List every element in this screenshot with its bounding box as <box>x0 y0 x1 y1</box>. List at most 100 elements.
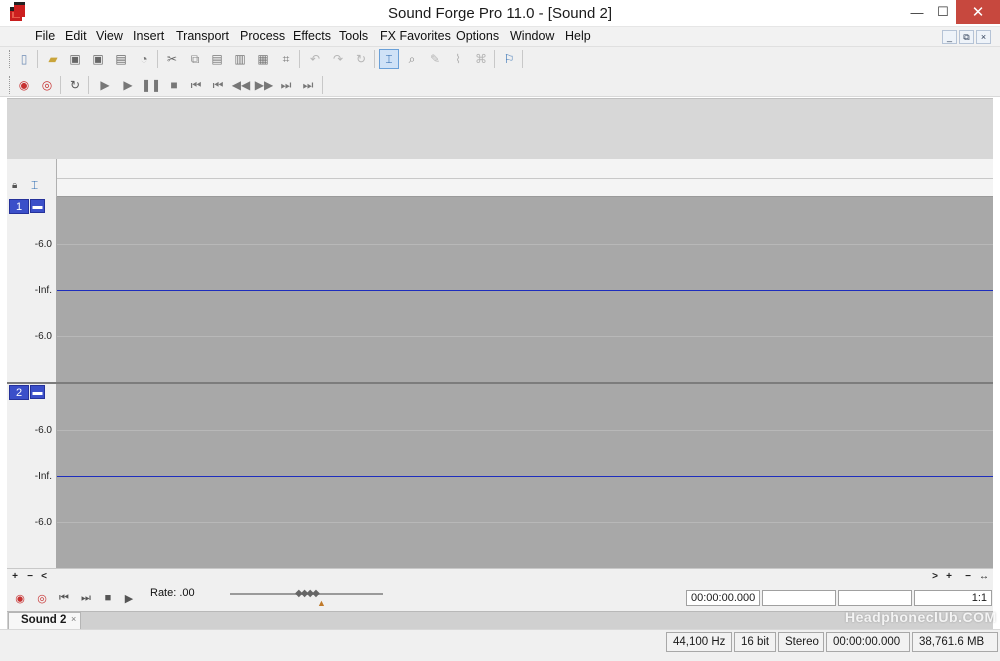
toolbar-separator <box>157 50 158 68</box>
document-tab-close-icon[interactable]: × <box>71 614 76 624</box>
maximize-button[interactable]: ☐ <box>930 0 956 24</box>
pencil-tool-icon[interactable]: ✎ <box>425 49 445 69</box>
mdi-close-button[interactable]: × <box>976 30 991 44</box>
transport-play-icon[interactable]: ▶ <box>120 589 138 607</box>
cut-icon[interactable]: ✂ <box>162 49 182 69</box>
toolbar-grip[interactable] <box>9 76 11 94</box>
lock-icon[interactable]: 🔒︎ <box>12 180 17 191</box>
go-to-start-icon[interactable]: ⏮ <box>186 75 206 95</box>
magnify-tool-icon[interactable]: ⌕ <box>402 49 422 69</box>
copy-icon[interactable]: ⧉ <box>185 49 205 69</box>
document-icon[interactable] <box>14 2 25 17</box>
zoom-out-vertical-button[interactable]: − <box>24 569 36 583</box>
channel-1-button[interactable]: 1 <box>9 199 29 214</box>
selection-end-field[interactable] <box>762 590 836 606</box>
open-icon[interactable]: ▰ <box>43 49 63 69</box>
render-icon[interactable]: ▤ <box>111 49 131 69</box>
channel-2-button[interactable]: 2 <box>9 385 29 400</box>
transport-record-icon[interactable]: ◉ <box>11 589 29 607</box>
play-all-icon[interactable]: ▶ <box>95 75 115 95</box>
snap-icon[interactable]: ⚐ <box>499 49 519 69</box>
record-arm-icon[interactable]: ◎ <box>37 75 57 95</box>
loop-icon[interactable]: ↻ <box>65 75 85 95</box>
channel-1-minimize-button[interactable]: ▬ <box>30 199 45 213</box>
toolbar-separator <box>60 76 61 94</box>
toolbar-separator <box>522 50 523 68</box>
save-as-icon[interactable]: ▣ <box>88 49 108 69</box>
menu-view[interactable]: View <box>94 29 125 43</box>
zoom-ratio-field[interactable]: 1:1 <box>914 590 992 606</box>
new-icon[interactable]: ▯ <box>14 49 34 69</box>
menu-help[interactable]: Help <box>563 29 593 43</box>
snap-to-grid-icon[interactable]: ⌶ <box>31 178 38 193</box>
zoom-fit-button[interactable]: ↔ <box>978 569 990 583</box>
transport-record-arm-icon[interactable]: ◎ <box>33 589 51 607</box>
menu-transport[interactable]: Transport <box>174 29 231 43</box>
toolbar-separator <box>88 76 89 94</box>
menu-insert[interactable]: Insert <box>131 29 166 43</box>
mix-icon[interactable]: ▦ <box>253 49 273 69</box>
transport-stop-icon[interactable]: ■ <box>99 589 117 607</box>
event-tool-icon[interactable]: ⌘ <box>471 49 491 69</box>
play-icon[interactable]: ▶ <box>118 75 138 95</box>
rate-slider-thumb[interactable]: ◆◆◆◆ <box>295 588 320 599</box>
selection-length-field[interactable] <box>838 590 912 606</box>
edit-tool-icon[interactable]: ⌶ <box>379 49 399 69</box>
zoom-in-button[interactable]: + <box>943 569 955 583</box>
transport-go-to-start-icon[interactable]: ⏮ <box>55 589 73 607</box>
rate-label: Rate: .00 <box>150 587 195 599</box>
window-title: Sound Forge Pro 11.0 - [Sound 2] <box>387 5 613 22</box>
undo-icon[interactable]: ↶ <box>305 49 325 69</box>
mdi-restore-button[interactable]: ⧉ <box>959 30 974 44</box>
transport-go-to-end-icon[interactable]: ⏭ <box>77 589 95 607</box>
bit-depth-status[interactable]: 16 bit <box>734 632 776 652</box>
horizontal-scrollbar[interactable] <box>7 568 993 583</box>
crop-icon[interactable]: ⌗ <box>276 49 296 69</box>
menu-effects[interactable]: Effects <box>291 29 333 43</box>
envelope-tool-icon[interactable]: ⌇ <box>448 49 468 69</box>
channels-status[interactable]: Stereo <box>778 632 824 652</box>
db-label: -6.0 <box>34 425 52 436</box>
toolbar-separator <box>37 50 38 68</box>
stop-icon[interactable]: ■ <box>164 75 184 95</box>
channel-2-minimize-button[interactable]: ▬ <box>30 385 45 399</box>
next-marker-icon[interactable]: ⏭ <box>276 75 296 95</box>
properties-icon[interactable]: ◔ <box>134 49 154 69</box>
menu-tools[interactable]: Tools <box>337 29 370 43</box>
zoom-out-button[interactable]: − <box>962 569 974 583</box>
toolbar-grip[interactable] <box>9 50 11 68</box>
paste-special-icon[interactable]: ▥ <box>230 49 250 69</box>
sample-rate-status[interactable]: 44,100 Hz <box>666 632 732 652</box>
close-button[interactable]: ✕ <box>956 0 1000 24</box>
menu-process[interactable]: Process <box>238 29 287 43</box>
save-icon[interactable]: ▣ <box>65 49 85 69</box>
overview-bar[interactable] <box>7 98 993 159</box>
menu-file[interactable]: File <box>33 29 57 43</box>
minimize-button[interactable]: — <box>904 0 930 24</box>
menu-options[interactable]: Options <box>454 29 501 43</box>
paste-icon[interactable]: ▤ <box>207 49 227 69</box>
scroll-left-button[interactable]: < <box>38 569 50 583</box>
db-label: -6.0 <box>34 239 52 250</box>
zoom-in-vertical-button[interactable]: + <box>9 569 21 583</box>
scroll-right-button[interactable]: > <box>929 569 941 583</box>
watermark: HeadphoneclUb.COM <box>845 609 997 625</box>
selection-start-field[interactable]: 00:00:00.000 <box>686 590 760 606</box>
channel-1-baseline <box>57 290 993 291</box>
record-icon[interactable]: ◉ <box>14 75 34 95</box>
menu-edit[interactable]: Edit <box>63 29 89 43</box>
mdi-minimize-button[interactable]: _ <box>942 30 957 44</box>
repeat-icon[interactable]: ↻ <box>351 49 371 69</box>
menu-window[interactable]: Window <box>508 29 556 43</box>
previous-marker-icon[interactable]: ⏮ <box>208 75 228 95</box>
rate-marker-icon: ▲ <box>317 598 326 608</box>
fast-forward-icon[interactable]: ▶▶ <box>254 75 274 95</box>
gridline <box>57 430 993 431</box>
disk-space-status: 38,761.6 MB <box>912 632 998 652</box>
redo-icon[interactable]: ↷ <box>328 49 348 69</box>
rewind-icon[interactable]: ◀◀ <box>231 75 251 95</box>
channel-divider[interactable] <box>7 382 993 384</box>
pause-icon[interactable]: ❚❚ <box>141 75 161 95</box>
go-to-end-icon[interactable]: ⏭ <box>298 75 318 95</box>
menu-fx-favorites[interactable]: FX Favorites <box>378 29 453 43</box>
